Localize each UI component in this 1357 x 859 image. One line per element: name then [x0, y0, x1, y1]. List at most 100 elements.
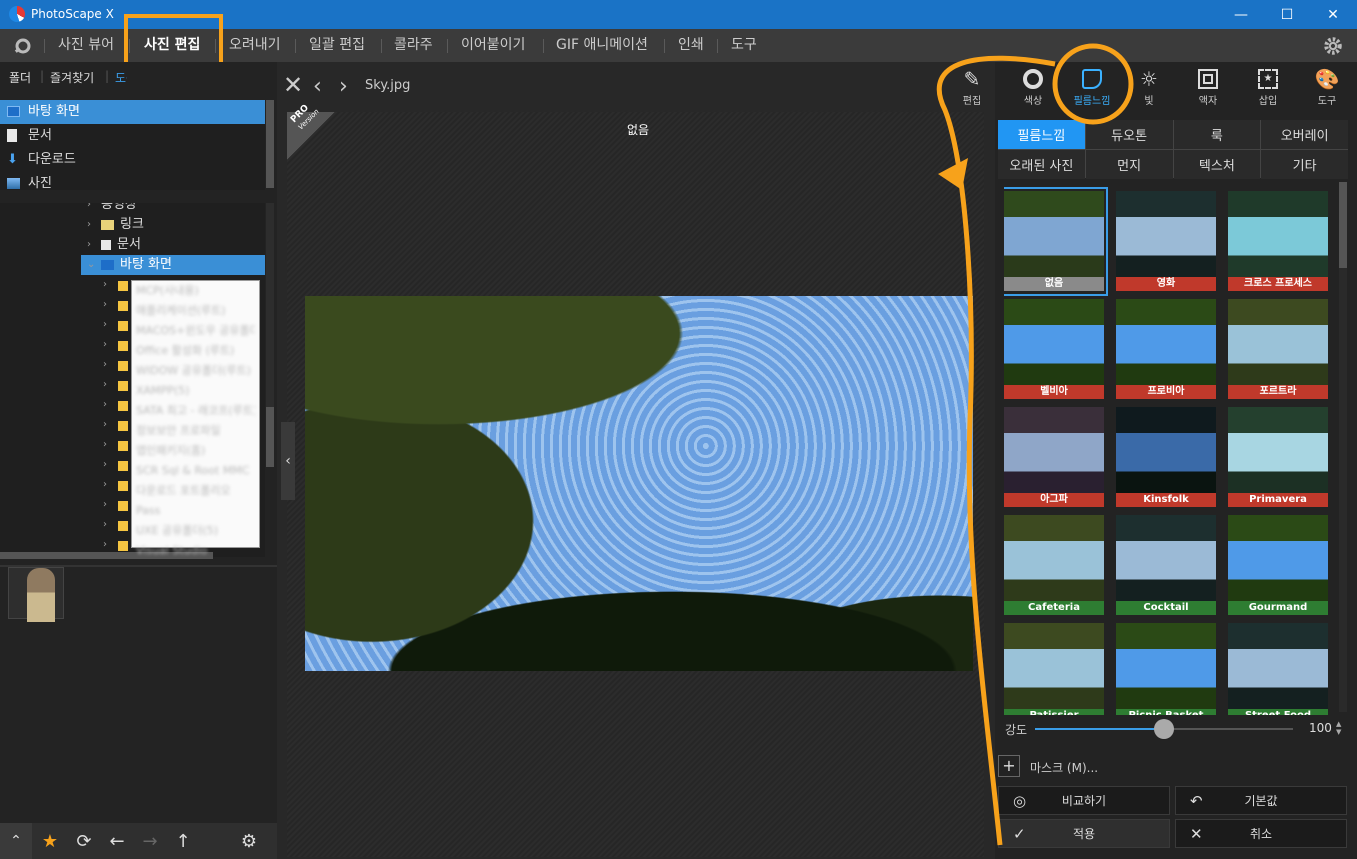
filter-preview-image: [1004, 407, 1104, 493]
menu-collage[interactable]: 콜라주: [394, 29, 433, 62]
menu-photo-viewer[interactable]: 사진 뷰어: [58, 29, 114, 62]
cancel-x-icon: ✕: [1190, 825, 1203, 843]
tab-favorites[interactable]: 즐겨찾기: [50, 69, 94, 86]
reset-button[interactable]: ↶ 기본값: [1175, 786, 1347, 815]
tree-item-documents[interactable]: › 문서: [87, 235, 141, 255]
tool-edit[interactable]: ✎ 편집: [948, 66, 996, 107]
tab-texture[interactable]: 텍스처: [1173, 150, 1261, 179]
popup-item[interactable]: Office 활성화 (루트): [136, 341, 255, 361]
tab-film[interactable]: 필름느낌: [998, 120, 1085, 149]
filter-thumbnail[interactable]: Kinsfolk: [1116, 407, 1216, 508]
quick-downloads[interactable]: ⬇ 다운로드: [0, 148, 265, 172]
settings-gear-icon[interactable]: [1323, 36, 1343, 56]
filter-thumbnail[interactable]: 아그파: [1004, 407, 1104, 508]
tool-tools[interactable]: 🎨 도구: [1303, 66, 1351, 107]
mask-label[interactable]: 마스크 (M)...: [1030, 759, 1098, 776]
menu-tools[interactable]: 도구: [731, 29, 757, 62]
tab-duotone[interactable]: 듀오톤: [1085, 120, 1173, 149]
filter-preview-image: [1116, 515, 1216, 601]
cancel-button[interactable]: ✕ 취소: [1175, 819, 1347, 848]
strength-value[interactable]: 100: [1309, 721, 1332, 735]
tab-folder[interactable]: 폴더: [9, 69, 31, 86]
quick-scrollbar[interactable]: [266, 100, 274, 188]
tree-item-links[interactable]: › 링크: [87, 215, 144, 235]
star-icon[interactable]: ★: [34, 823, 66, 859]
previous-image-icon[interactable]: ‹: [313, 74, 322, 99]
next-image-icon[interactable]: ›: [339, 74, 348, 99]
photo-preview[interactable]: [305, 296, 973, 671]
filter-thumbnail[interactable]: Cocktail: [1116, 515, 1216, 616]
menu-combine[interactable]: 이어붙이기: [461, 29, 525, 62]
popup-item[interactable]: XAMPP(5): [136, 381, 255, 401]
collapse-up-icon[interactable]: ⌃: [0, 823, 32, 859]
filter-thumbnail[interactable]: Street Food: [1228, 623, 1328, 715]
collapse-left-panel-button[interactable]: ‹: [281, 422, 295, 500]
tree-item-videos[interactable]: › 동영상: [87, 203, 137, 215]
add-mask-button[interactable]: +: [998, 755, 1020, 777]
canvas-area[interactable]: PRO Version 없음: [287, 103, 984, 857]
back-arrow-icon[interactable]: ←: [101, 823, 133, 859]
popup-item[interactable]: WIDOW 공유폴더(루트): [136, 361, 255, 381]
quick-pictures[interactable]: 사진: [0, 172, 265, 196]
popup-item[interactable]: 앱인패키지(홈): [136, 441, 255, 461]
tab-look[interactable]: 룩: [1173, 120, 1261, 149]
filter-thumbnail[interactable]: 프로비아: [1116, 299, 1216, 400]
tool-film[interactable]: 필름느낌: [1068, 66, 1116, 107]
tab-other[interactable]: 기타: [1261, 150, 1348, 179]
filter-thumbnail[interactable]: 크로스 프로세스: [1228, 191, 1328, 292]
filter-thumbnail[interactable]: 영화: [1116, 191, 1216, 292]
sun-icon: ☼: [1140, 67, 1158, 91]
tab-old-photo[interactable]: 오래된 사진: [998, 150, 1085, 179]
filter-thumbnail[interactable]: Patissier: [1004, 623, 1104, 715]
close-image-icon[interactable]: ✕: [283, 71, 303, 99]
maximize-button[interactable]: ☐: [1264, 0, 1310, 29]
filter-thumbnail[interactable]: Gourmand: [1228, 515, 1328, 616]
popup-item[interactable]: SATA 최고 - 래코프(루트): [136, 401, 255, 421]
menu-gif-animation[interactable]: GIF 애니메이션: [556, 29, 648, 62]
menu-batch-edit[interactable]: 일괄 편집: [309, 29, 365, 62]
popup-item[interactable]: MACOS+윈도우 공유폴더(: [136, 321, 255, 341]
tool-label: 도구: [1317, 96, 1337, 107]
tool-light[interactable]: ☼ 빛: [1125, 66, 1173, 107]
forward-arrow-icon[interactable]: →: [134, 823, 166, 859]
filter-thumbnail[interactable]: Picnic Basket: [1116, 623, 1216, 715]
popup-item[interactable]: Visual Studio: [136, 541, 255, 561]
filter-thumbnail[interactable]: 포르트라: [1228, 299, 1328, 400]
close-window-button[interactable]: ✕: [1310, 0, 1356, 29]
popup-item[interactable]: MCP(사내용): [136, 281, 255, 301]
compare-button[interactable]: ◎ 비교하기: [998, 786, 1170, 815]
thumbnail-item[interactable]: [8, 567, 64, 622]
filter-scroll-thumb[interactable]: [1339, 182, 1347, 268]
filter-thumbnail[interactable]: 벨비아: [1004, 299, 1104, 400]
quick-desktop[interactable]: 바탕 화면: [0, 100, 265, 124]
up-arrow-icon[interactable]: ↑: [167, 823, 199, 859]
refresh-icon[interactable]: ⟳: [68, 823, 100, 859]
tab-tools[interactable]: 도구: [115, 69, 127, 86]
popup-item[interactable]: Pass: [136, 501, 255, 521]
home-icon[interactable]: [12, 37, 34, 55]
tab-overlay[interactable]: 오버레이: [1261, 120, 1348, 149]
filter-thumbnail[interactable]: Cafeteria: [1004, 515, 1104, 616]
tool-insert[interactable]: ★ 삽입: [1244, 66, 1292, 107]
tool-color[interactable]: 색상: [1009, 66, 1057, 107]
filter-thumbnail[interactable]: 없음: [1004, 187, 1108, 296]
menu-print[interactable]: 인쇄: [678, 29, 704, 62]
filter-scrollbar[interactable]: [1339, 182, 1347, 712]
popup-item[interactable]: SCR Sql & Root MMC: [136, 461, 255, 481]
tree-scrollbar-track[interactable]: [266, 203, 274, 467]
strength-spinner-icon[interactable]: ▲ ▼: [1336, 720, 1341, 736]
quick-documents[interactable]: 문서: [0, 124, 265, 148]
minimize-button[interactable]: —: [1218, 0, 1264, 29]
apply-button[interactable]: ✓ 적용: [998, 819, 1170, 848]
popup-item[interactable]: 다운로드 포트폴리오: [136, 481, 255, 501]
tool-frame[interactable]: 액자: [1184, 66, 1232, 107]
popup-item[interactable]: UXE 공유폴더(5): [136, 521, 255, 541]
browser-settings-icon[interactable]: ⚙: [233, 823, 265, 859]
strength-slider-handle[interactable]: [1154, 719, 1174, 739]
tree-item-desktop[interactable]: ⌄ 바탕 화면: [81, 255, 265, 275]
menu-cut-out[interactable]: 오려내기: [229, 29, 281, 62]
filter-thumbnail[interactable]: Primavera: [1228, 407, 1328, 508]
popup-item[interactable]: 애플리케이션(루트): [136, 301, 255, 321]
tab-dust[interactable]: 먼지: [1085, 150, 1173, 179]
popup-item[interactable]: 정보보안 프로파일: [136, 421, 255, 441]
